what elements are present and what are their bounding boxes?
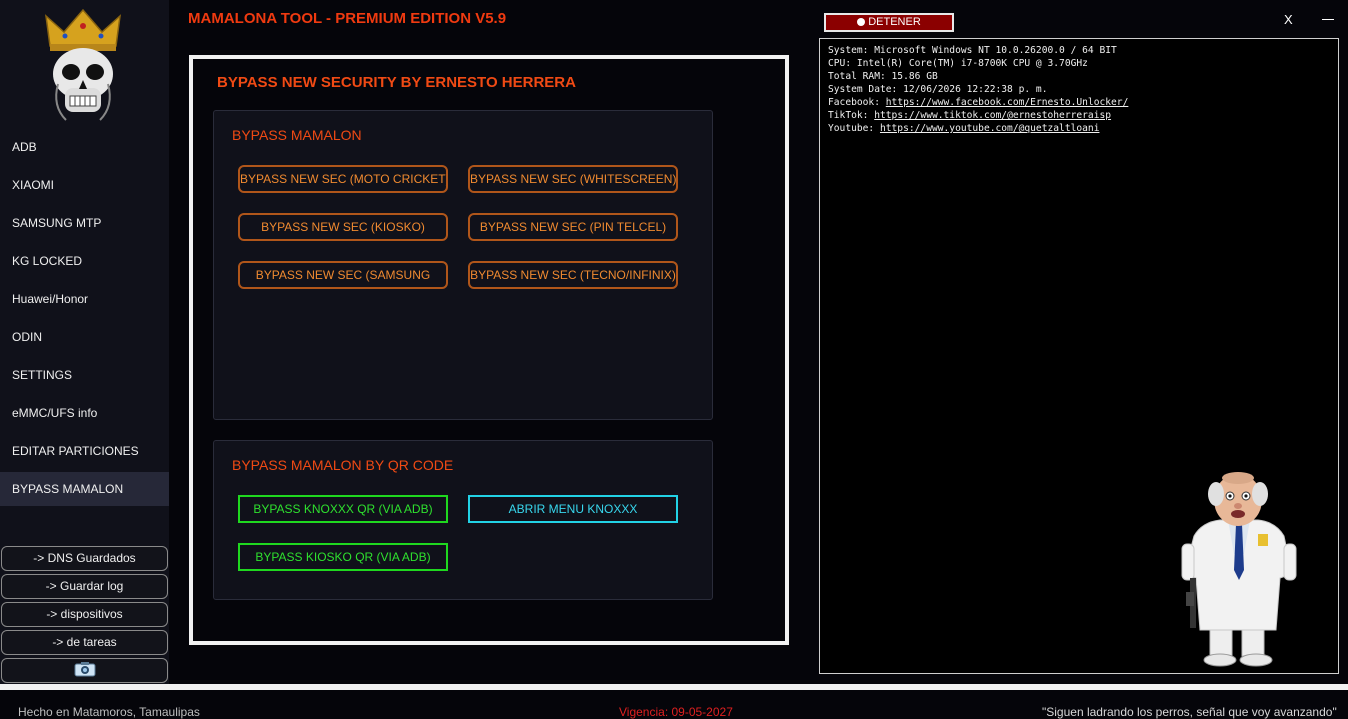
minimize-button[interactable] bbox=[1322, 19, 1334, 20]
sidebar: ADB XIAOMI SAMSUNG MTP KG LOCKED Huawei/… bbox=[0, 0, 169, 690]
bypass-knoxxx-qr-button[interactable]: BYPASS KNOXXX QR (VIA ADB) bbox=[238, 495, 448, 523]
record-dot-icon bbox=[857, 18, 866, 26]
log-line-cpu: CPU: Intel(R) Core(TM) i7-8700K CPU @ 3.… bbox=[828, 58, 1088, 69]
bypass-samsung-button[interactable]: BYPASS NEW SEC (SAMSUNG bbox=[238, 261, 448, 289]
group-title: BYPASS MAMALON BY QR CODE bbox=[232, 457, 454, 473]
bypass-whitescreen-button[interactable]: BYPASS NEW SEC (WHITESCREEN) bbox=[468, 165, 678, 193]
sidebar-item-adb[interactable]: ADB bbox=[0, 130, 169, 164]
sidebar-item-editar-particiones[interactable]: EDITAR PARTICIONES bbox=[0, 434, 169, 468]
sidebar-item-settings[interactable]: SETTINGS bbox=[0, 358, 169, 392]
facebook-link[interactable]: https://www.facebook.com/Ernesto.Unlocke… bbox=[886, 97, 1129, 108]
sidebar-item-emmc-ufs-info[interactable]: eMMC/UFS info bbox=[0, 396, 169, 430]
bypass-kiosko-qr-button[interactable]: BYPASS KIOSKO QR (VIA ADB) bbox=[238, 543, 448, 571]
bypass-tecno-infinix-button[interactable]: BYPASS NEW SEC (TECNO/INFINIX) bbox=[468, 261, 678, 289]
log-line-date: System Date: 12/06/2026 12:22:38 p. m. bbox=[828, 84, 1048, 95]
bypass-mamalon-group: BYPASS MAMALON BYPASS NEW SEC (MOTO CRIC… bbox=[213, 110, 713, 420]
sidebar-item-kg-locked[interactable]: KG LOCKED bbox=[0, 244, 169, 278]
log-line-youtube: Youtube: https://www.youtube.com/@quetza… bbox=[828, 122, 1330, 135]
status-divider bbox=[0, 684, 1348, 690]
log-line-system: System: Microsoft Windows NT 10.0.26200.… bbox=[828, 45, 1117, 56]
abrir-menu-knoxxx-button[interactable]: ABRIR MENU KNOXXX bbox=[468, 495, 678, 523]
youtube-label: Youtube: bbox=[828, 123, 880, 134]
tiktok-label: TikTok: bbox=[828, 110, 875, 121]
app-title: MAMALONA TOOL - PREMIUM EDITION V5.9 bbox=[188, 10, 507, 27]
doctor-mascot-image bbox=[1181, 472, 1297, 667]
sidebar-item-odin[interactable]: ODIN bbox=[0, 320, 169, 354]
main-panel: BYPASS NEW SECURITY BY ERNESTO HERRERA B… bbox=[189, 55, 789, 645]
bypass-qr-group: BYPASS MAMALON BY QR CODE BYPASS KNOXXX … bbox=[213, 440, 713, 600]
bypass-moto-cricket-button[interactable]: BYPASS NEW SEC (MOTO CRICKET) bbox=[238, 165, 448, 193]
skull-king-logo bbox=[44, 8, 122, 121]
bypass-kiosko-button[interactable]: BYPASS NEW SEC (KIOSKO) bbox=[238, 213, 448, 241]
dispositivos-button[interactable]: -> dispositivos bbox=[1, 602, 168, 627]
panel-title: BYPASS NEW SECURITY BY ERNESTO HERRERA bbox=[217, 74, 576, 91]
group-title: BYPASS MAMALON bbox=[232, 127, 362, 143]
guardar-log-button[interactable]: -> Guardar log bbox=[1, 574, 168, 599]
facebook-label: Facebook: bbox=[828, 97, 886, 108]
sidebar-item-xiaomi[interactable]: XIAOMI bbox=[0, 168, 169, 202]
sidebar-item-bypass-mamalon[interactable]: BYPASS MAMALON bbox=[0, 472, 169, 506]
bypass-pin-telcel-button[interactable]: BYPASS NEW SEC (PIN TELCEL) bbox=[468, 213, 678, 241]
youtube-link[interactable]: https://www.youtube.com/@quetzaltloani bbox=[880, 123, 1100, 134]
sidebar-item-samsung-mtp[interactable]: SAMSUNG MTP bbox=[0, 206, 169, 240]
camera-icon bbox=[74, 662, 95, 677]
de-tareas-button[interactable]: -> de tareas bbox=[1, 630, 168, 655]
screenshot-button[interactable] bbox=[1, 658, 168, 683]
stop-button[interactable]: DETENER bbox=[824, 13, 954, 32]
dns-guardados-button[interactable]: -> DNS Guardados bbox=[1, 546, 168, 571]
tiktok-link[interactable]: https://www.tiktok.com/@ernestoherrerais… bbox=[874, 110, 1111, 121]
log-line-tiktok: TikTok: https://www.tiktok.com/@ernestoh… bbox=[828, 109, 1330, 122]
log-line-ram: Total RAM: 15.86 GB bbox=[828, 71, 938, 82]
close-button[interactable]: X bbox=[1284, 12, 1293, 27]
log-line-facebook: Facebook: https://www.facebook.com/Ernes… bbox=[828, 96, 1330, 109]
sidebar-item-huawei-honor[interactable]: Huawei/Honor bbox=[0, 282, 169, 316]
stop-label: DETENER bbox=[868, 16, 921, 28]
